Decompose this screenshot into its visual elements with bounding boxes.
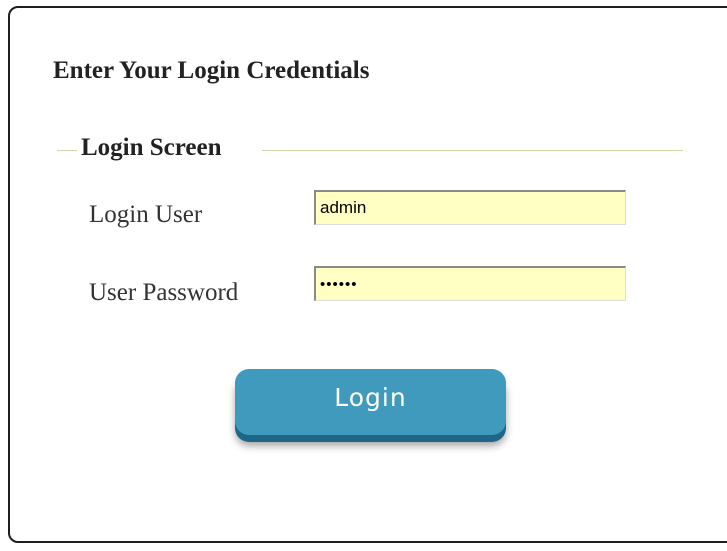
user-password-input[interactable] <box>314 266 626 301</box>
user-password-label: User Password <box>89 279 239 306</box>
fieldset-border-right <box>262 150 683 151</box>
page-title: Enter Your Login Credentials <box>53 57 370 84</box>
login-user-label: Login User <box>89 201 203 228</box>
fieldset-legend: Login Screen <box>81 134 222 161</box>
login-button[interactable]: Login <box>235 369 506 435</box>
login-user-input[interactable] <box>314 190 626 225</box>
fieldset-border-left <box>57 150 77 151</box>
